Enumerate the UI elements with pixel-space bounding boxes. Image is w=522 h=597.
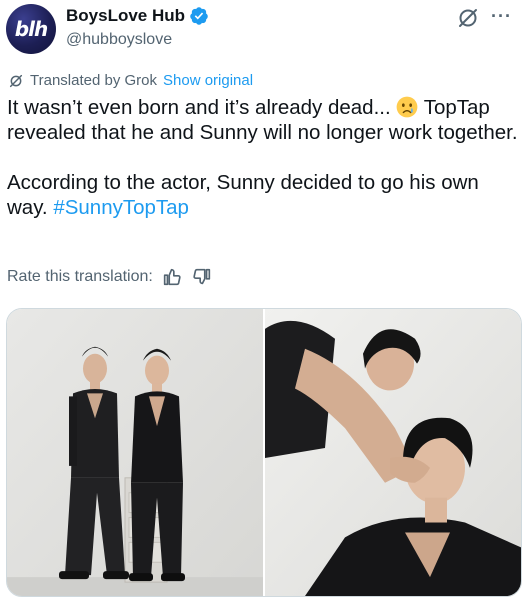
avatar-text: blh — [14, 17, 48, 41]
author-display-name[interactable]: BoysLove Hub — [66, 6, 185, 26]
more-options-button[interactable]: ··· — [491, 6, 512, 27]
thumbs-down-icon[interactable] — [191, 266, 213, 288]
author-handle[interactable]: @hubboyslove — [66, 31, 172, 49]
tweet-header: blh BoysLove Hub @hubboyslove ··· — [6, 4, 516, 54]
tweet-text-part1: It wasn’t even born and it’s already dea… — [7, 96, 397, 119]
show-original-link[interactable]: Show original — [163, 72, 253, 89]
photo-closeup-image — [265, 309, 521, 596]
rate-translation-row: Rate this translation: — [7, 266, 213, 288]
media-grid — [6, 308, 522, 597]
tweet-text: It wasn’t even born and it’s already dea… — [7, 95, 522, 220]
translated-by-label: Translated by Grok — [30, 72, 157, 89]
photo-two-men-closeup[interactable] — [265, 309, 521, 596]
translation-notice: Translated by Grok Show original — [8, 72, 253, 89]
verified-badge-icon[interactable] — [189, 6, 209, 26]
author-name-row: BoysLove Hub — [66, 6, 209, 26]
avatar[interactable]: blh — [6, 4, 56, 54]
grok-icon — [9, 74, 23, 87]
rate-translation-label: Rate this translation: — [7, 268, 153, 285]
thumbs-up-icon[interactable] — [161, 266, 183, 288]
photo-standing-image — [7, 309, 263, 596]
hashtag-link[interactable]: #SunnyTopTap — [53, 196, 189, 219]
grok-icon[interactable] — [456, 6, 480, 30]
photo-two-men-standing[interactable] — [7, 309, 263, 596]
crying-face-emoji-icon — [396, 96, 418, 118]
